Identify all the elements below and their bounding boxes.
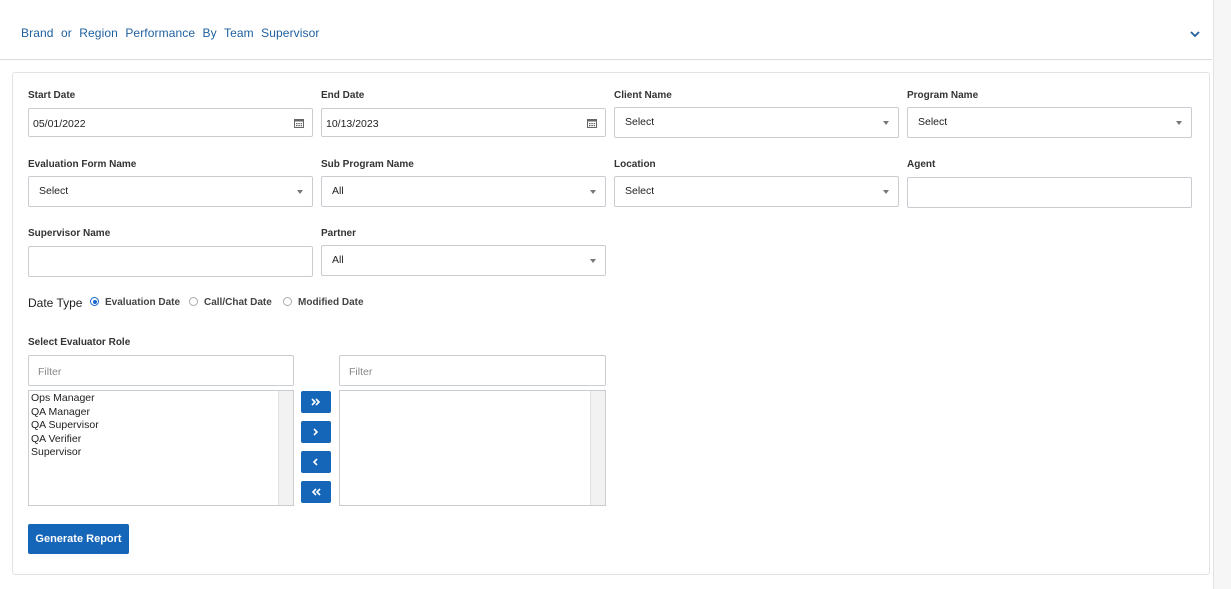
sub-program-name-label: Sub Program Name xyxy=(321,159,414,170)
page-scrollbar[interactable] xyxy=(1213,0,1231,589)
program-name-value: Select xyxy=(918,116,948,128)
available-roles-filter[interactable]: Filter xyxy=(28,355,294,386)
selected-roles-list[interactable] xyxy=(339,390,606,506)
list-item[interactable]: Supervisor xyxy=(31,446,81,458)
sub-program-name-select[interactable]: All xyxy=(321,176,606,207)
call-chat-date-label[interactable]: Call/Chat Date xyxy=(204,297,272,308)
sub-program-name-value: All xyxy=(332,185,344,197)
agent-label: Agent xyxy=(907,159,936,170)
report-panel-header[interactable]: Brand or Region Performance By Team Supe… xyxy=(0,0,1212,60)
evaluator-role-label: Select Evaluator Role xyxy=(28,337,131,348)
start-date-label: Start Date xyxy=(28,90,76,101)
start-date-input[interactable]: 05/01/2022 xyxy=(28,108,313,137)
partner-select[interactable]: All xyxy=(321,245,606,276)
calendar-icon[interactable] xyxy=(294,118,304,128)
client-name-value: Select xyxy=(625,116,655,128)
dropdown-caret-icon xyxy=(297,190,303,194)
report-title: Brand or Region Performance By Team Supe… xyxy=(21,26,320,40)
move-all-left-button[interactable] xyxy=(301,481,331,503)
move-all-left-icon xyxy=(311,488,321,496)
filter-placeholder: Filter xyxy=(38,366,62,378)
program-name-select[interactable]: Select xyxy=(907,107,1192,138)
filter-placeholder: Filter xyxy=(349,366,373,378)
evaluation-date-radio[interactable] xyxy=(90,297,99,306)
evaluation-form-name-value: Select xyxy=(39,185,69,197)
move-all-right-button[interactable] xyxy=(301,391,331,413)
end-date-value: 10/13/2023 xyxy=(326,118,379,130)
dropdown-caret-icon xyxy=(883,190,889,194)
move-right-icon xyxy=(313,428,319,436)
available-roles-list[interactable]: Ops Manager QA Manager QA Supervisor QA … xyxy=(28,390,294,506)
dropdown-caret-icon xyxy=(1176,121,1182,125)
evaluation-form-name-label: Evaluation Form Name xyxy=(28,159,137,170)
evaluation-form-name-select[interactable]: Select xyxy=(28,176,313,207)
list-item[interactable]: QA Manager xyxy=(31,406,90,418)
partner-value: All xyxy=(332,254,344,266)
program-name-label: Program Name xyxy=(907,90,979,101)
modified-date-label[interactable]: Modified Date xyxy=(298,297,364,308)
chevron-down-icon[interactable] xyxy=(1188,27,1202,41)
list-item[interactable]: QA Supervisor xyxy=(31,419,99,431)
location-value: Select xyxy=(625,185,655,197)
calendar-icon[interactable] xyxy=(587,118,597,128)
supervisor-name-label: Supervisor Name xyxy=(28,228,111,239)
supervisor-name-input[interactable] xyxy=(28,246,313,277)
date-type-label: Date Type xyxy=(28,296,83,310)
end-date-input[interactable]: 10/13/2023 xyxy=(321,108,606,137)
move-right-button[interactable] xyxy=(301,421,331,443)
partner-label: Partner xyxy=(321,228,357,239)
dropdown-caret-icon xyxy=(590,190,596,194)
move-left-button[interactable] xyxy=(301,451,331,473)
location-select[interactable]: Select xyxy=(614,176,899,207)
generate-report-button[interactable]: Generate Report xyxy=(28,524,129,554)
evaluation-date-label[interactable]: Evaluation Date xyxy=(105,297,180,308)
call-chat-date-radio[interactable] xyxy=(189,297,198,306)
start-date-value: 05/01/2022 xyxy=(33,118,86,130)
client-name-select[interactable]: Select xyxy=(614,107,899,138)
list-scrollbar[interactable] xyxy=(590,391,605,505)
dropdown-caret-icon xyxy=(590,259,596,263)
end-date-label: End Date xyxy=(321,90,365,101)
list-scrollbar[interactable] xyxy=(278,391,293,505)
move-all-right-icon xyxy=(311,398,321,406)
agent-input[interactable] xyxy=(907,177,1192,208)
dropdown-caret-icon xyxy=(883,121,889,125)
location-label: Location xyxy=(614,159,656,170)
list-item[interactable]: Ops Manager xyxy=(31,392,95,404)
move-left-icon xyxy=(312,458,318,466)
modified-date-radio[interactable] xyxy=(283,297,292,306)
list-item[interactable]: QA Verifier xyxy=(31,433,81,445)
selected-roles-filter[interactable]: Filter xyxy=(339,355,606,386)
client-name-label: Client Name xyxy=(614,90,672,101)
